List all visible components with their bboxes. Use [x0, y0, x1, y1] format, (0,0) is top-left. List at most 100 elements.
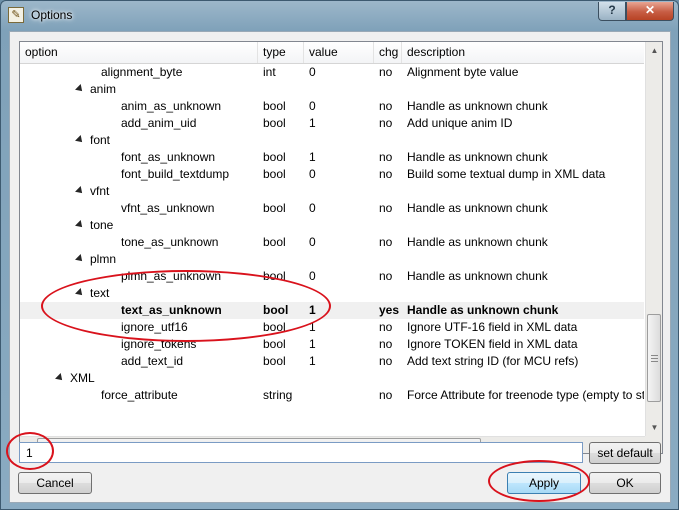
cell-type — [263, 81, 304, 98]
value-input[interactable] — [19, 442, 583, 463]
expand-arrow-icon[interactable] — [75, 254, 85, 264]
column-header-value[interactable]: value — [304, 42, 374, 63]
expand-arrow-icon[interactable] — [75, 135, 85, 145]
cell-type: bool — [263, 201, 286, 215]
cell-chg: no — [379, 116, 393, 130]
cell-chg — [379, 370, 402, 387]
cell-description — [407, 370, 644, 387]
cell-type: string — [263, 388, 293, 402]
tree-row[interactable]: force_attribute string no Force Attribute f… — [20, 387, 644, 404]
cell-value — [309, 370, 374, 387]
cell-type: bool — [263, 116, 286, 130]
tree-row[interactable]: vfnt — [20, 183, 644, 200]
tree-header: option type value chg description — [20, 42, 644, 64]
cell-option: add_text_id — [121, 354, 184, 368]
cell-value: 1 — [309, 354, 316, 368]
scroll-down-arrow-icon[interactable]: ▼ — [646, 419, 662, 436]
title-bar[interactable]: ✎ Options ? ✕ — [1, 1, 678, 31]
vertical-scrollbar[interactable]: ▲ ▼ — [645, 42, 662, 436]
cell-option: plmn — [90, 252, 117, 266]
expand-arrow-icon[interactable] — [75, 288, 85, 298]
cell-description — [407, 285, 644, 302]
cell-type: bool — [263, 303, 289, 317]
cell-description: Ignore UTF-16 field in XML data — [407, 320, 578, 334]
cancel-button[interactable]: Cancel — [18, 472, 92, 494]
cell-type: bool — [263, 150, 286, 164]
column-header-description[interactable]: description — [402, 42, 644, 63]
expand-arrow-icon[interactable] — [75, 84, 85, 94]
cell-option: text_as_unknown — [121, 303, 222, 317]
expand-arrow-icon[interactable] — [75, 186, 85, 196]
cell-value — [309, 183, 374, 200]
cell-value: 0 — [309, 201, 316, 215]
tree-row[interactable]: add_anim_uid bool 1 no Add unique anim ID — [20, 115, 644, 132]
cell-type — [263, 132, 304, 149]
cell-chg: no — [379, 269, 393, 283]
tree-row[interactable]: XML — [20, 370, 644, 387]
cell-chg: no — [379, 235, 393, 249]
cell-value: 0 — [309, 65, 316, 79]
cell-value: 1 — [309, 116, 316, 130]
cell-type: bool — [263, 354, 286, 368]
tree-row[interactable]: anim_as_unknown bool 0 no Handle as unknown … — [20, 98, 644, 115]
tree-row[interactable]: ignore_utf16 bool 1 no Ignore UTF-16 field i… — [20, 319, 644, 336]
cell-option: vfnt_as_unknown — [121, 201, 215, 215]
column-header-type[interactable]: type — [258, 42, 304, 63]
cell-description: Force Attribute for treenode type (empty… — [407, 388, 644, 402]
cell-value — [309, 387, 374, 404]
column-header-option[interactable]: option — [20, 42, 258, 63]
cell-option: ignore_utf16 — [121, 320, 188, 334]
vertical-scroll-thumb[interactable] — [647, 314, 661, 402]
cell-value: 0 — [309, 99, 316, 113]
tree-row[interactable]: alignment_byte int 0 no Alignment byte value — [20, 64, 644, 81]
cell-value: 1 — [309, 320, 316, 334]
cell-value — [309, 132, 374, 149]
set-default-button[interactable]: set default — [589, 442, 661, 464]
tree-row[interactable]: add_text_id bool 1 no Add text string ID (fo… — [20, 353, 644, 370]
cell-description: Handle as unknown chunk — [407, 99, 548, 113]
cell-chg — [379, 285, 402, 302]
cell-description: Add unique anim ID — [407, 116, 513, 130]
tree-row[interactable]: font — [20, 132, 644, 149]
cell-option: add_anim_uid — [121, 116, 197, 130]
cell-value — [309, 81, 374, 98]
help-button[interactable]: ? — [598, 2, 626, 21]
cell-value — [309, 217, 374, 234]
cell-type — [263, 285, 304, 302]
cell-chg — [379, 251, 402, 268]
cell-value — [309, 285, 374, 302]
tree-row[interactable]: text — [20, 285, 644, 302]
cell-option: font_build_textdump — [121, 167, 230, 181]
cell-option: plmn_as_unknown — [121, 269, 222, 283]
close-button[interactable]: ✕ — [626, 2, 674, 21]
tree-row[interactable]: tone_as_unknown bool 0 no Handle as unknown … — [20, 234, 644, 251]
expand-arrow-icon[interactable] — [55, 373, 65, 383]
cell-option: anim_as_unknown — [121, 99, 222, 113]
tree-row[interactable]: text_as_unknown bool 1 yes Handle as unknown… — [20, 302, 644, 319]
expand-arrow-icon[interactable] — [75, 220, 85, 230]
tree-row[interactable]: font_as_unknown bool 1 no Handle as unknown … — [20, 149, 644, 166]
cell-option: font_as_unknown — [121, 150, 216, 164]
cell-chg: no — [379, 167, 393, 181]
cell-type: bool — [263, 235, 286, 249]
cell-type — [263, 217, 304, 234]
scroll-up-arrow-icon[interactable]: ▲ — [646, 42, 662, 59]
tree-row[interactable]: ignore_tokens bool 1 no Ignore TOKEN field i… — [20, 336, 644, 353]
tree-row[interactable]: tone — [20, 217, 644, 234]
dialog-body: option type value chg description alignm… — [9, 31, 671, 503]
tree-row[interactable]: plmn — [20, 251, 644, 268]
cell-description: Ignore TOKEN field in XML data — [407, 337, 578, 351]
cell-description — [407, 217, 644, 234]
cell-description: Handle as unknown chunk — [407, 150, 548, 164]
cell-description: Handle as unknown chunk — [407, 235, 548, 249]
column-header-chg[interactable]: chg — [374, 42, 402, 63]
tree-row[interactable]: plmn_as_unknown bool 0 no Handle as unknown … — [20, 268, 644, 285]
tree-row[interactable]: anim — [20, 81, 644, 98]
cell-type — [263, 370, 304, 387]
options-tree[interactable]: option type value chg description alignm… — [19, 41, 663, 454]
tree-row[interactable]: vfnt_as_unknown bool 0 no Handle as unknown … — [20, 200, 644, 217]
tree-row[interactable]: font_build_textdump bool 0 no Build some tex… — [20, 166, 644, 183]
apply-button[interactable]: Apply — [507, 472, 581, 494]
cell-option: XML — [70, 371, 95, 385]
ok-button[interactable]: OK — [589, 472, 661, 494]
